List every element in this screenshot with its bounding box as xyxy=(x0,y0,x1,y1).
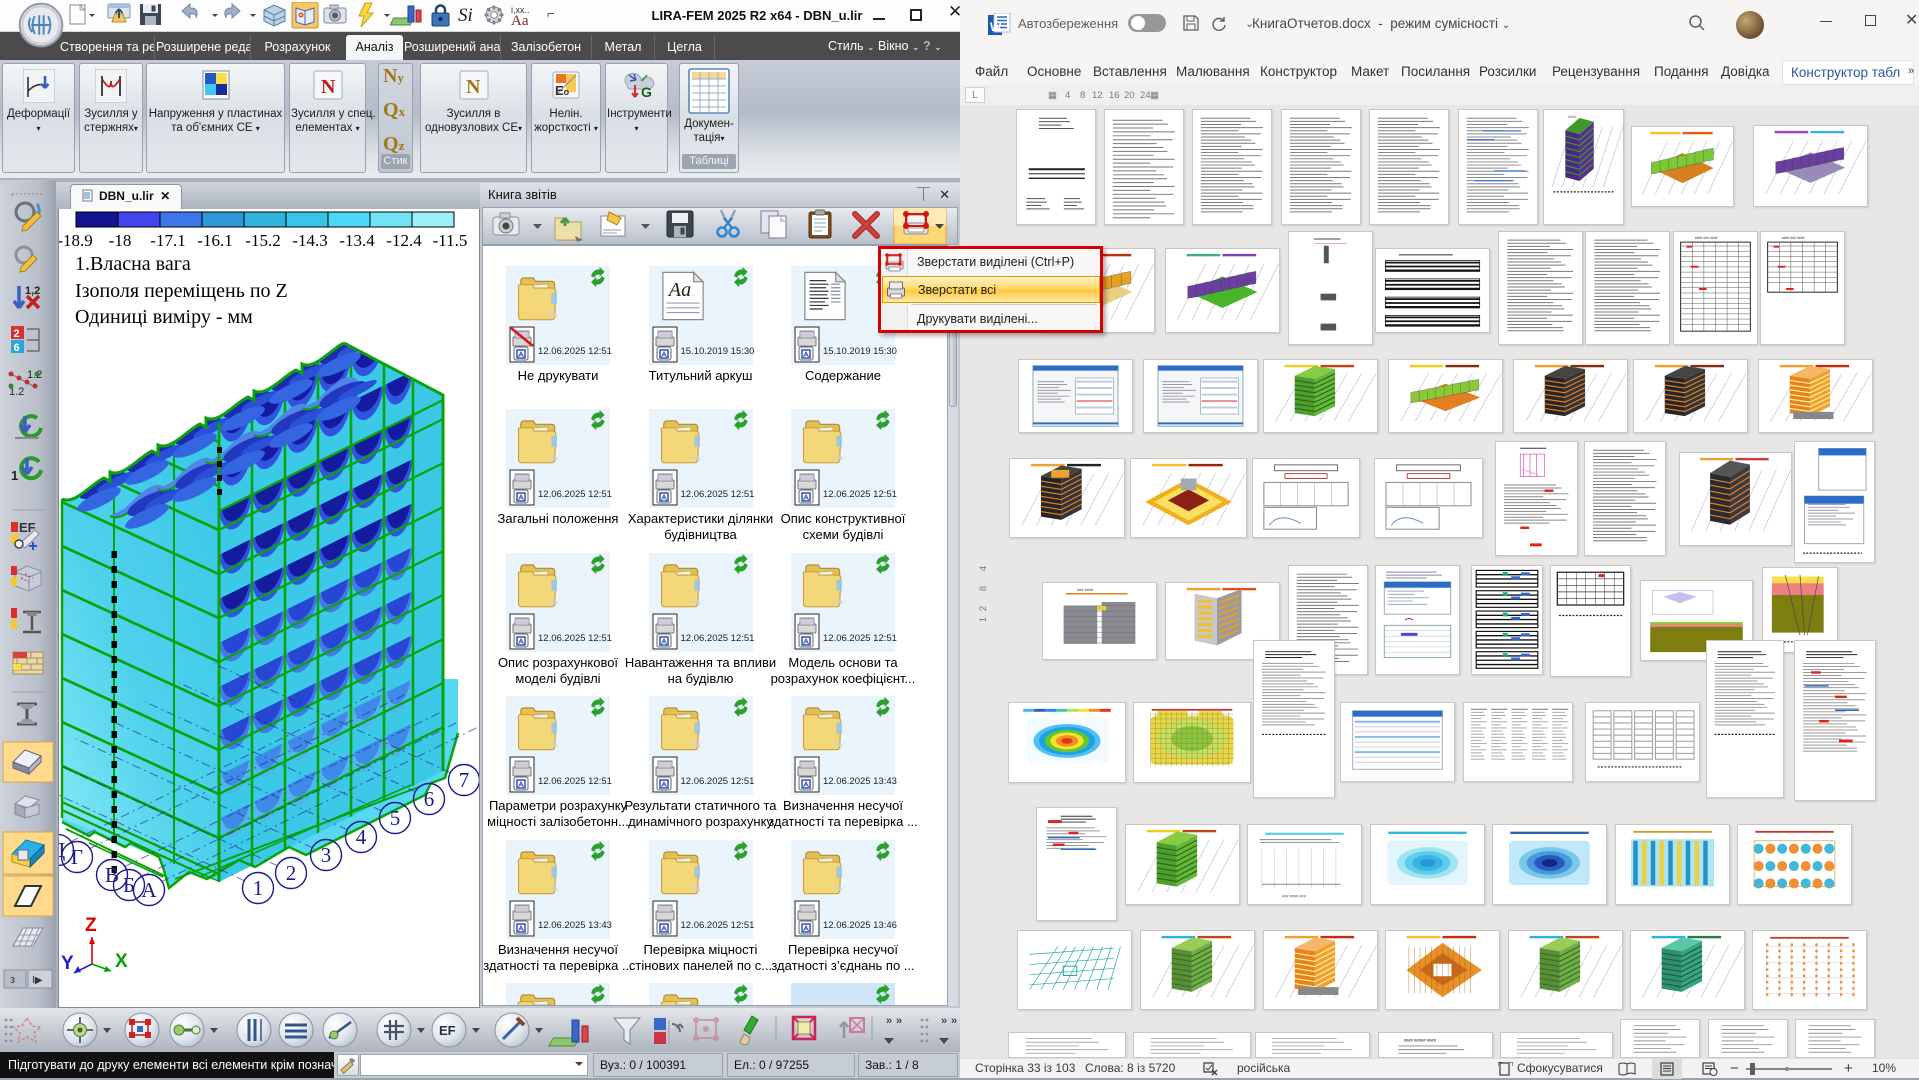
svg-text:EF: EF xyxy=(439,1023,456,1038)
svg-text:⌐: ⌐ xyxy=(547,6,555,21)
svg-text:#### ### ####: #### ### #### xyxy=(1782,236,1805,240)
svg-text:12: 12 xyxy=(1092,90,1103,101)
svg-text:Qx: Qx xyxy=(383,99,406,121)
svg-text:20: 20 xyxy=(1124,90,1135,101)
svg-text:6: 6 xyxy=(14,342,20,354)
svg-text:N: N xyxy=(466,76,481,98)
svg-text:### ####: ### #### xyxy=(1077,587,1094,592)
svg-text:4: 4 xyxy=(356,825,367,849)
svg-text:▦: ▦ xyxy=(1048,90,1057,101)
svg-text:W: W xyxy=(990,20,1002,34)
svg-text:8: 8 xyxy=(1080,90,1085,101)
svg-text:6: 6 xyxy=(424,787,435,811)
svg-text:#### ##### ####: #### ##### #### xyxy=(1404,1038,1437,1043)
svg-text:1.2: 1.2 xyxy=(27,369,42,381)
svg-text:Ny: Ny xyxy=(383,65,404,87)
svg-text:4: 4 xyxy=(1065,90,1070,101)
svg-text:Z: Z xyxy=(85,915,97,936)
svg-text:»: » xyxy=(886,1015,892,1027)
svg-text:з: з xyxy=(10,974,15,986)
svg-text:Qz: Qz xyxy=(383,133,405,155)
svg-text:16: 16 xyxy=(1109,90,1120,101)
svg-text:2: 2 xyxy=(14,328,20,340)
svg-text:3: 3 xyxy=(321,843,332,867)
svg-text:G: G xyxy=(641,84,652,100)
svg-text:»: » xyxy=(951,1015,957,1027)
svg-text:#### ### ####: #### ### #### xyxy=(1695,236,1718,240)
svg-text:1: 1 xyxy=(253,876,264,900)
svg-text:1: 1 xyxy=(11,468,18,483)
svg-text:Aa: Aa xyxy=(511,13,529,29)
svg-text:N: N xyxy=(321,76,336,98)
svg-text:»: » xyxy=(896,1015,902,1027)
svg-text:Si: Si xyxy=(458,5,473,26)
svg-text:### #### ###: ### #### ### xyxy=(1282,894,1307,899)
svg-text:2: 2 xyxy=(286,861,297,885)
svg-text:І▶: І▶ xyxy=(32,975,43,986)
svg-text:В: В xyxy=(105,863,119,887)
svg-text:Д: Д xyxy=(59,838,65,862)
svg-text:7: 7 xyxy=(459,768,470,792)
svg-text:Y: Y xyxy=(61,953,74,974)
svg-text:5: 5 xyxy=(390,806,401,830)
svg-text:»: » xyxy=(941,1015,947,1027)
svg-text:24: 24 xyxy=(1140,90,1151,101)
svg-text:X: X xyxy=(115,951,128,972)
svg-text:####: #### xyxy=(1568,114,1577,119)
svg-text:▦: ▦ xyxy=(1150,90,1159,101)
